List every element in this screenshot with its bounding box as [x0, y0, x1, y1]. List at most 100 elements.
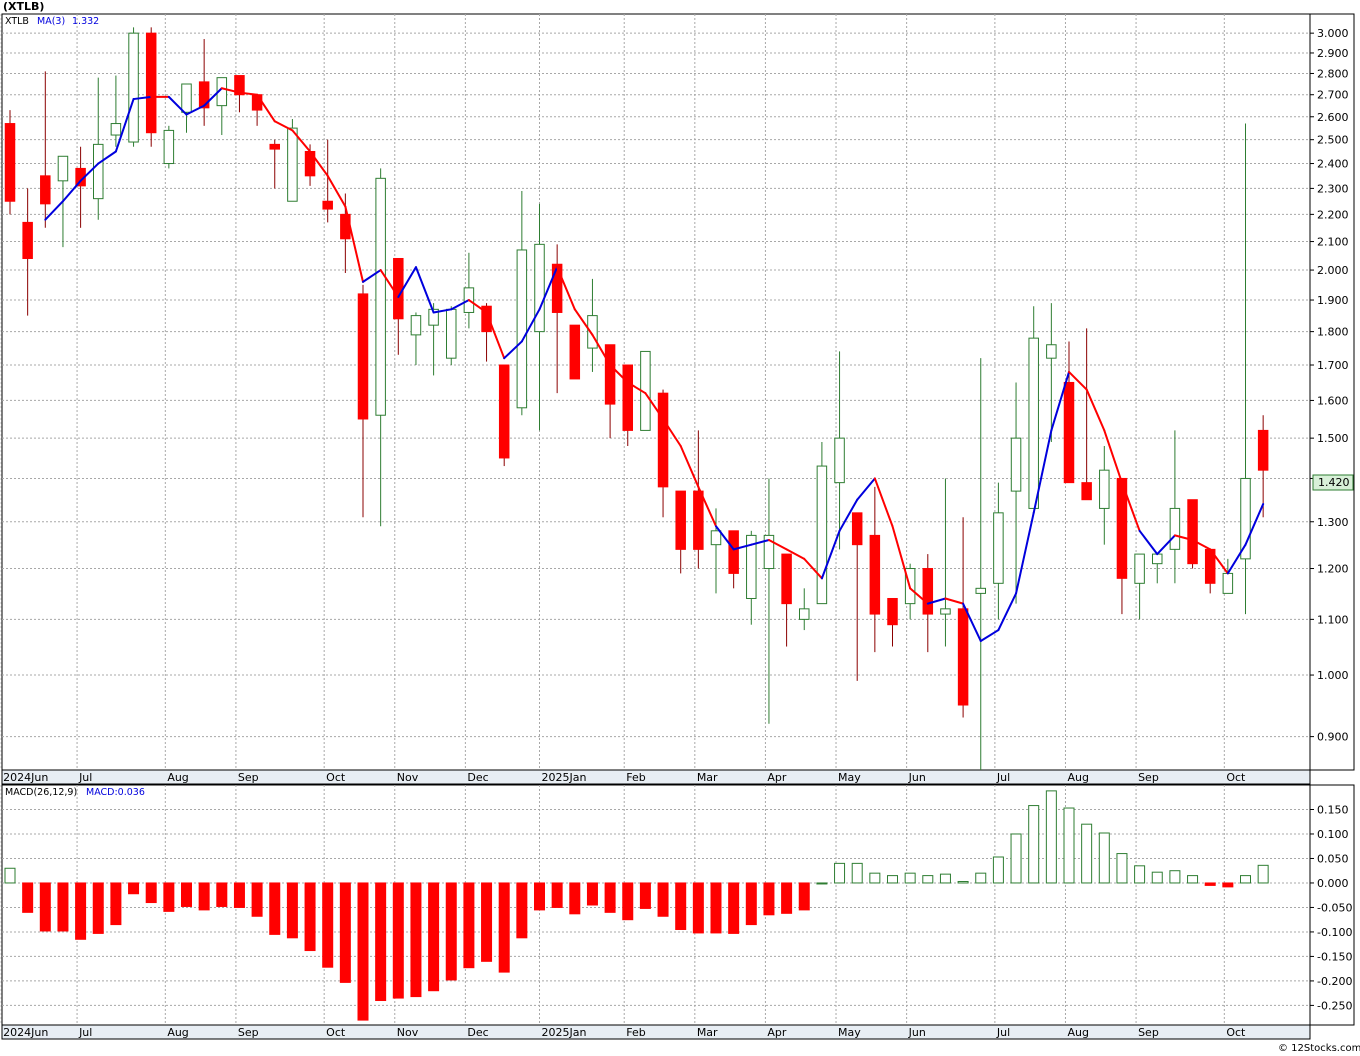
candle-body-up	[93, 143, 104, 200]
candle-body-up	[975, 587, 986, 594]
price-x-tick-label: Feb	[626, 771, 645, 784]
macd-bar-positive	[4, 867, 16, 884]
price-legend-ma: MA(3)	[37, 16, 65, 27]
macd-bar-negative	[463, 882, 475, 969]
price-y-tick-label: 1.300	[1317, 516, 1349, 529]
candle-body-down	[551, 263, 563, 313]
price-y-tick-label: 1.800	[1317, 326, 1349, 339]
price-y-tick-label: 2.600	[1317, 111, 1349, 124]
macd-bar-negative	[710, 882, 722, 934]
candle-body-up	[516, 249, 528, 409]
macd-bar-positive	[1187, 875, 1199, 884]
macd-x-axis-band	[1, 1024, 1311, 1040]
price-y-tick-label: 1.900	[1317, 294, 1349, 307]
price-x-tick-label: Sep	[238, 771, 259, 784]
candle-body-down	[675, 490, 686, 550]
macd-y-tick-label: 0.050	[1317, 852, 1349, 865]
price-y-tick-label: 1.600	[1317, 394, 1349, 407]
price-y-tick-label: 2.400	[1317, 158, 1349, 171]
macd-bar-negative	[357, 882, 369, 1021]
candle-body-down	[22, 221, 33, 259]
macd-bar-positive	[887, 875, 898, 884]
macd-bar-positive	[1240, 875, 1251, 884]
candle-body-down	[781, 553, 792, 605]
candle	[4, 110, 16, 215]
last-price-label: 1.420	[1318, 476, 1350, 489]
price-panel-frame	[1, 13, 1311, 771]
macd-bar-negative	[145, 882, 157, 904]
macd-bar-negative	[657, 882, 669, 917]
price-y-tick-label: 1.100	[1317, 613, 1349, 626]
candle-body-down	[357, 293, 369, 420]
macd-bar-negative	[22, 882, 34, 913]
macd-bar-positive	[1257, 864, 1269, 884]
price-x-tick-label: Apr	[767, 771, 787, 784]
candle-body-down	[657, 392, 669, 488]
price-y-tick-label: 2.100	[1317, 236, 1349, 249]
candle-body-down	[1081, 482, 1092, 501]
price-x-tick-label: Nov	[397, 771, 419, 784]
macd-bar-negative	[181, 882, 192, 907]
candle-body-up	[110, 123, 122, 136]
price-x-tick-label: Jun	[908, 771, 926, 784]
macd-bar-negative	[763, 882, 775, 916]
candle-body-down	[922, 568, 934, 615]
macd-bar-positive	[1063, 807, 1075, 884]
candle-body-up	[587, 315, 598, 349]
candle	[128, 27, 139, 147]
candle-body-up	[181, 83, 192, 113]
candle-body-down	[728, 530, 739, 574]
macd-y-tick-label: 0.000	[1317, 877, 1349, 890]
candle-body-up	[816, 465, 828, 605]
price-y-tick-label: 2.900	[1317, 47, 1349, 60]
macd-y-tick-label: -0.100	[1317, 926, 1352, 939]
candle-body-up	[1134, 553, 1145, 584]
candle-body-down	[498, 364, 510, 459]
candle	[1187, 499, 1198, 569]
candle-body-down	[869, 534, 881, 615]
macd-bar-negative	[163, 882, 175, 912]
price-x-tick-label: Oct	[326, 771, 346, 784]
macd-x-tick-label: Sep	[1138, 1026, 1159, 1039]
candle-body-up	[993, 512, 1004, 584]
candle-body-up	[1010, 437, 1022, 492]
candle-body-down	[145, 32, 157, 134]
macd-bar-positive	[851, 862, 863, 884]
candle	[569, 324, 581, 380]
candle-body-down	[393, 257, 404, 320]
macd-bar-negative	[198, 882, 210, 911]
macd-x-tick-label: May	[838, 1026, 861, 1039]
macd-bar-negative	[39, 882, 51, 932]
macd-bar-positive	[1045, 790, 1057, 884]
macd-bar-negative	[481, 882, 493, 962]
macd-x-tick-label: Dec	[467, 1026, 488, 1039]
candle-body-up	[1028, 337, 1039, 509]
macd-x-tick-label: Oct	[326, 1026, 346, 1039]
macd-bar-positive	[1134, 865, 1146, 884]
macd-bar-negative	[1222, 882, 1234, 888]
macd-bar-positive	[957, 880, 969, 884]
macd-y-tick-label: -0.150	[1317, 950, 1352, 963]
candle-body-up	[799, 608, 810, 620]
macd-y-tick-label: 0.100	[1317, 828, 1349, 841]
macd-x-tick-label: Jun	[908, 1026, 926, 1039]
macd-bar-negative	[1204, 882, 1216, 886]
price-y-tick-label: 1.500	[1317, 432, 1349, 445]
candle-body-down	[322, 200, 333, 210]
candle-body-down	[251, 94, 263, 111]
macd-bar-negative	[675, 882, 687, 930]
macd-x-tick-label: 2025Jan	[542, 1026, 587, 1039]
candle-body-up	[940, 608, 951, 615]
candle-body-down	[851, 512, 863, 546]
watermark: © 12Stocks.com	[1278, 1043, 1360, 1054]
macd-x-tick-label: Jul	[996, 1026, 1010, 1039]
stock-chart: 0.9001.0001.1001.2001.3001.4001.5001.600…	[0, 0, 1360, 1056]
macd-bar-negative	[604, 882, 616, 913]
price-x-tick-label: Aug	[1067, 771, 1088, 784]
candle-body-down	[269, 143, 280, 150]
price-x-tick-label: Mar	[697, 771, 718, 784]
macd-bar-negative	[57, 882, 69, 932]
price-y-tick-label: 2.300	[1317, 182, 1349, 195]
candle-body-up	[375, 177, 386, 416]
candle-body-down	[887, 597, 898, 626]
